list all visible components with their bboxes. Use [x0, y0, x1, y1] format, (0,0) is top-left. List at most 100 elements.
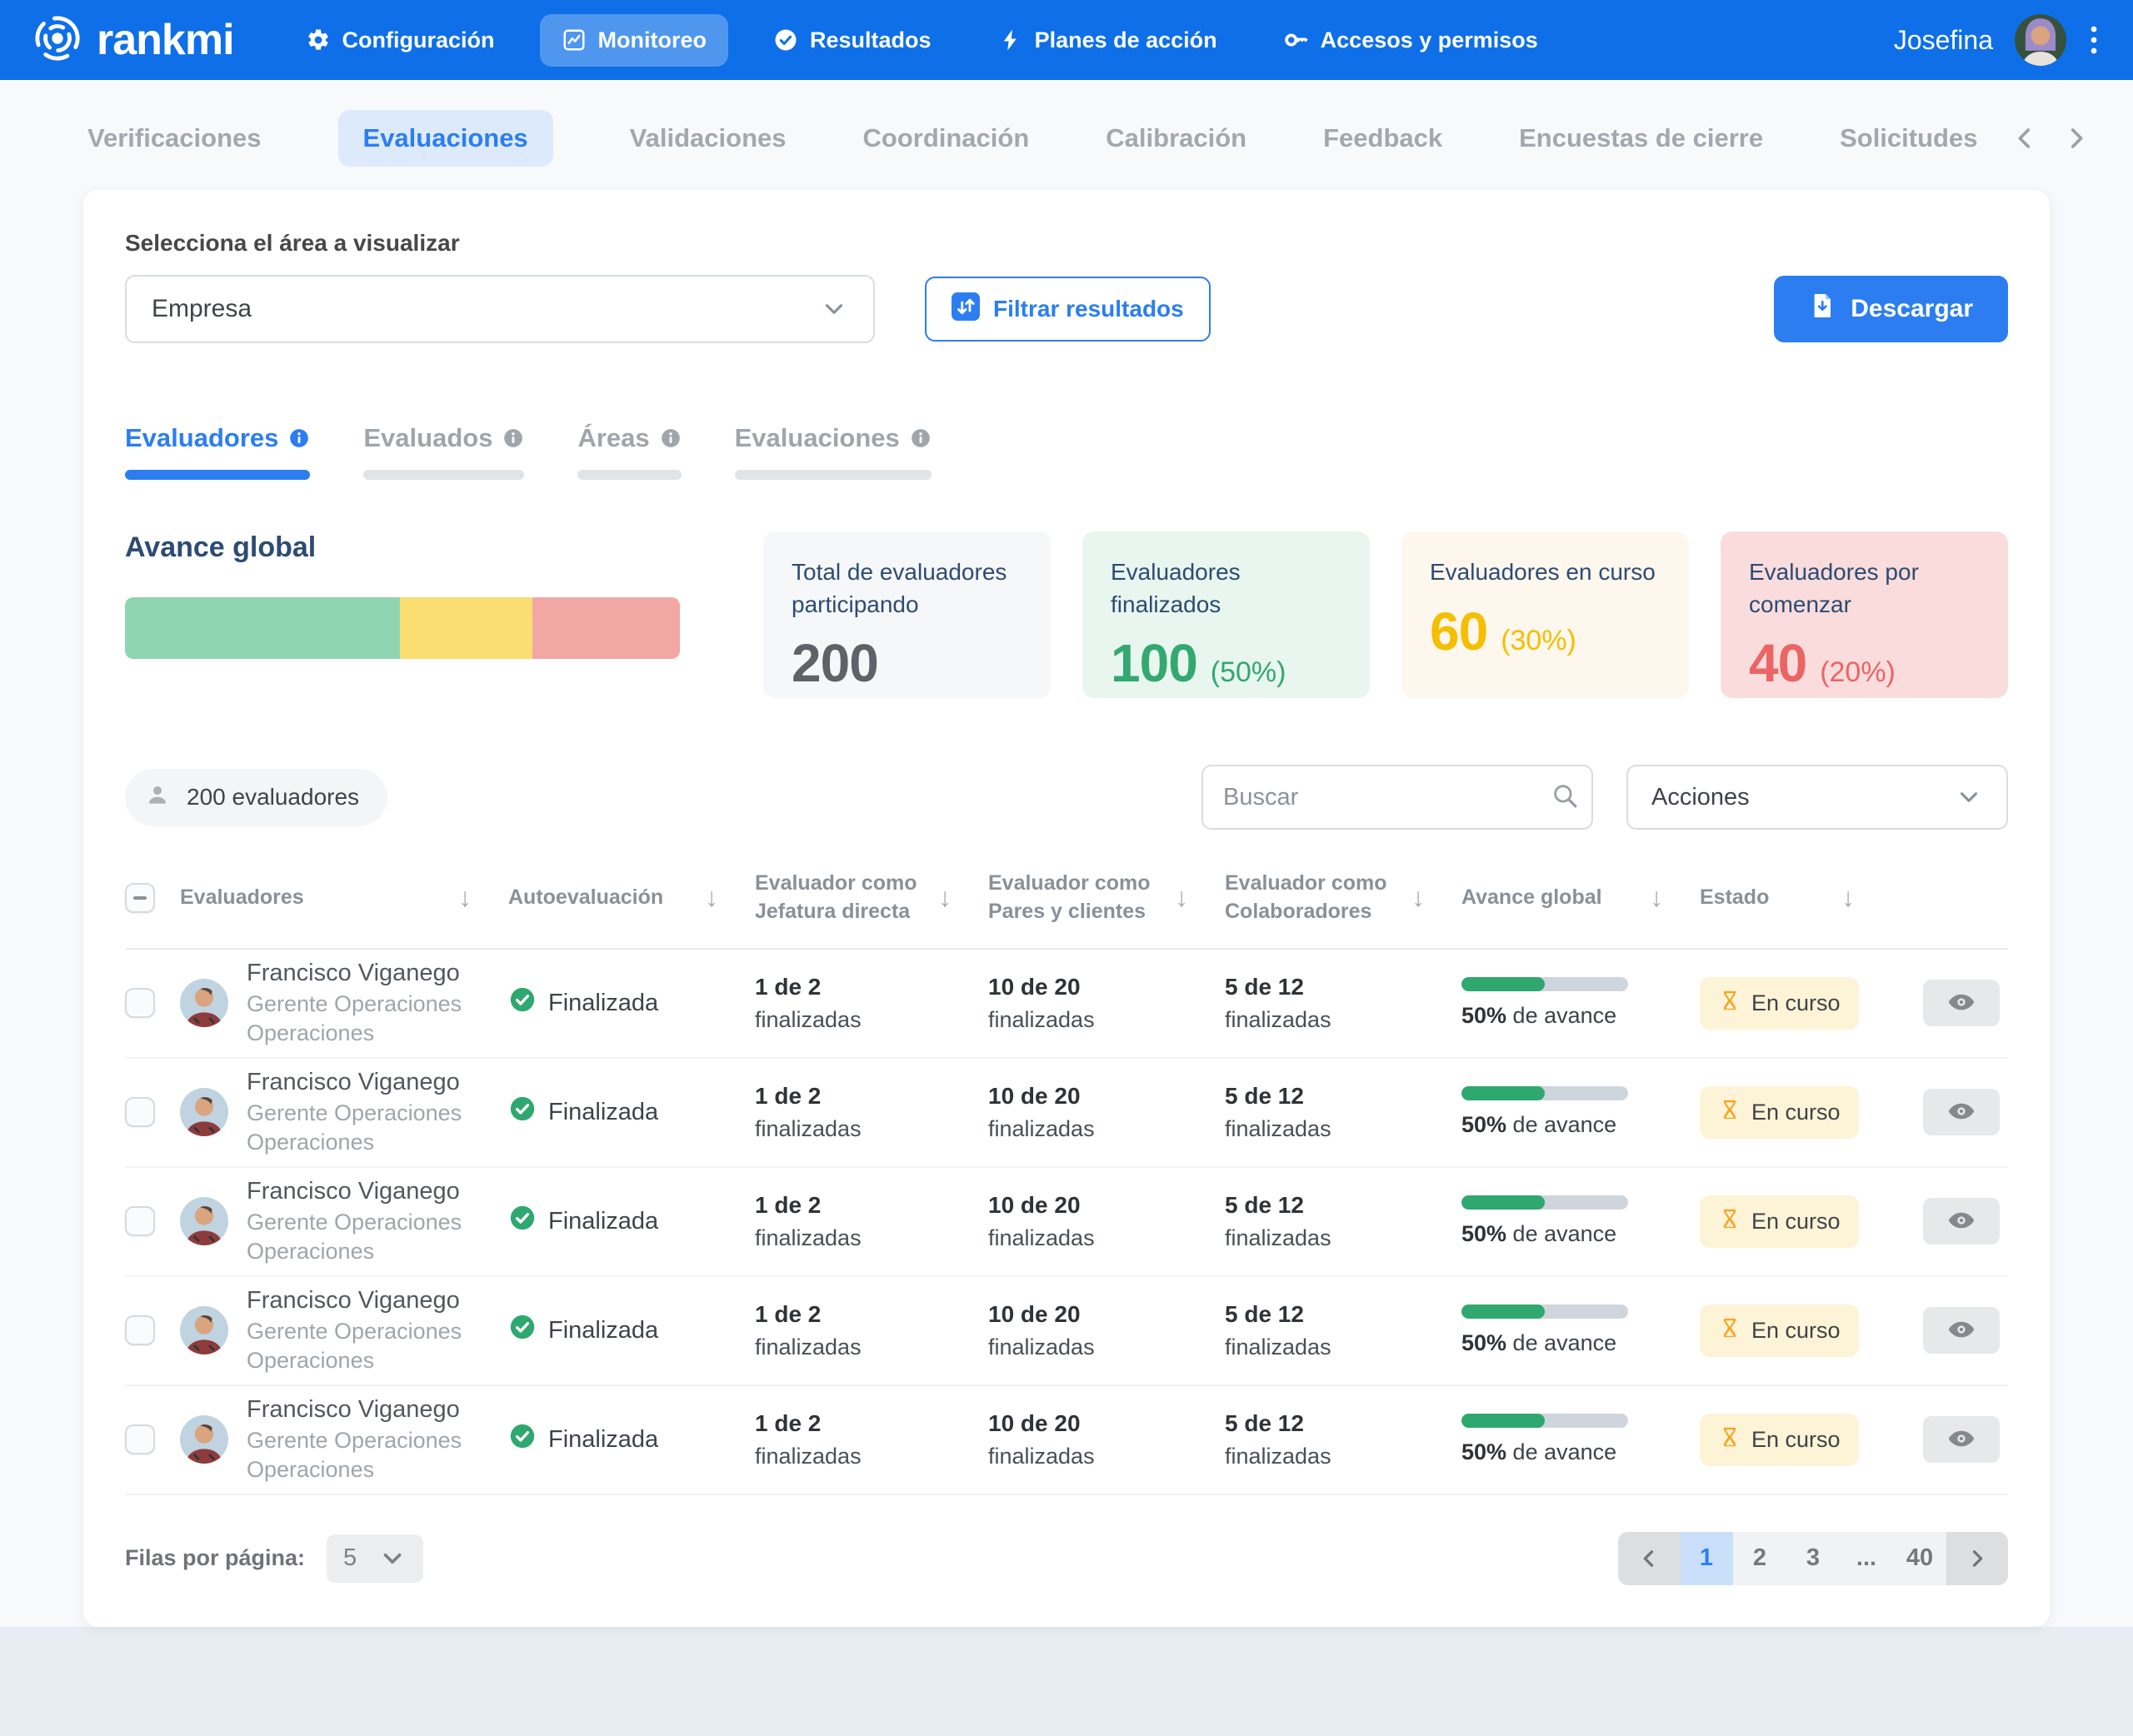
subtab-underline: [363, 470, 524, 480]
pager-page-3[interactable]: 3: [1786, 1532, 1840, 1585]
pager-page-40[interactable]: 40: [1893, 1532, 1946, 1585]
main-card: Selecciona el área a visualizar Empresa …: [83, 190, 2050, 1627]
tabs-scroll-left-button[interactable]: [2011, 124, 2039, 152]
download-button[interactable]: Descargar: [1774, 276, 2008, 342]
nav-item-monitoreo[interactable]: Monitoreo: [540, 14, 728, 67]
table-row: Francisco Viganego Gerente OperacionesOp…: [125, 1059, 2008, 1168]
subtab-underline: [577, 470, 681, 480]
nav-right: Josefina: [1894, 14, 2100, 66]
jefatura-count: 1 de 2finalizadas: [755, 1301, 988, 1360]
info-icon[interactable]: [502, 427, 524, 449]
sort-arrow-icon[interactable]: ↓: [1650, 880, 1663, 915]
filter-icon: [952, 292, 980, 327]
bolt-icon: [998, 27, 1023, 52]
row-checkbox[interactable]: [125, 988, 155, 1018]
autoevaluacion-status: Finalizada: [508, 1204, 755, 1239]
tab-feedback[interactable]: Feedback: [1323, 110, 1442, 167]
actions-select[interactable]: Acciones: [1626, 765, 2008, 830]
view-details-button[interactable]: [1923, 980, 2000, 1026]
tab-evaluaciones[interactable]: Evaluaciones: [338, 110, 553, 167]
view-details-button[interactable]: [1923, 1198, 2000, 1245]
select-all-checkbox[interactable]: [125, 883, 155, 913]
overview-section: Avance global Total de evaluadores parti…: [125, 531, 2008, 698]
pager-prev-button[interactable]: [1618, 1532, 1680, 1585]
tab-coordinacion[interactable]: Coordinación: [863, 110, 1030, 167]
pager: 123...40: [1618, 1532, 2008, 1585]
autoevaluacion-status: Finalizada: [508, 1422, 755, 1457]
row-checkbox[interactable]: [125, 1097, 155, 1127]
nav-item-label: Accesos y permisos: [1321, 27, 1538, 53]
top-navbar: rankmi Configuración Monitoreo Resultado…: [0, 0, 2133, 80]
search-input[interactable]: [1223, 784, 1537, 811]
info-icon[interactable]: [660, 427, 682, 449]
chart-icon: [562, 27, 587, 52]
area-select[interactable]: Empresa: [125, 275, 875, 343]
view-details-button[interactable]: [1923, 1416, 2000, 1463]
evaluator-name: Francisco Viganego: [247, 1178, 460, 1205]
avance-cell: 50% de avance: [1461, 1414, 1700, 1465]
sort-arrow-icon[interactable]: ↓: [705, 880, 718, 915]
subtab-evaluaciones[interactable]: Evaluaciones: [735, 423, 932, 480]
evaluators-count-chip: 200 evaluadores: [125, 769, 387, 826]
tabs-scroller: [2011, 124, 2091, 152]
tab-calibracion[interactable]: Calibración: [1106, 110, 1246, 167]
nav-item-planes-de-accion[interactable]: Planes de acción: [977, 14, 1239, 67]
column-header-evaluador-como-pares-y-clientes: Evaluador comoPares y clientes ↓: [988, 870, 1225, 926]
stat-cards: Total de evaluadores participando 200 Ev…: [763, 531, 2008, 698]
stat-value: 100: [1111, 632, 1197, 694]
pares-count: 10 de 20finalizadas: [988, 1301, 1225, 1360]
sort-arrow-icon[interactable]: ↓: [938, 880, 952, 915]
filter-results-button[interactable]: Filtrar resultados: [925, 277, 1211, 342]
table-row: Francisco Viganego Gerente OperacionesOp…: [125, 1277, 2008, 1386]
progress-bar: [1461, 1086, 1628, 1100]
kebab-menu-icon[interactable]: [2088, 23, 2100, 57]
tab-encuestas-de-cierre[interactable]: Encuestas de cierre: [1519, 110, 1763, 167]
nav-item-label: Planes de acción: [1035, 27, 1217, 53]
subtab-underline: [735, 470, 932, 480]
nav-item-label: Monitoreo: [598, 27, 707, 53]
sort-arrow-icon[interactable]: ↓: [1841, 880, 1855, 915]
user-avatar[interactable]: [2015, 14, 2066, 66]
tab-solicitudes[interactable]: Solicitudes: [1840, 110, 1977, 167]
sort-arrow-icon[interactable]: ↓: [1411, 880, 1425, 915]
nav-item-configuracion[interactable]: Configuración: [284, 14, 517, 67]
pager-page-1[interactable]: 1: [1680, 1532, 1733, 1585]
subtab-areas[interactable]: Áreas: [577, 423, 681, 480]
view-details-button[interactable]: [1923, 1307, 2000, 1354]
status-badge: En curso: [1700, 1195, 1859, 1248]
evaluator-role: Gerente OperacionesOperaciones: [247, 1100, 462, 1155]
nav-item-accesos-y-permisos[interactable]: Accesos y permisos: [1262, 14, 1560, 67]
module-tabs: Verificaciones Evaluaciones Validaciones Co…: [87, 110, 1977, 167]
evaluator-role: Gerente OperacionesOperaciones: [247, 1428, 462, 1482]
pager-page-2[interactable]: 2: [1733, 1532, 1786, 1585]
tab-verificaciones[interactable]: Verificaciones: [87, 110, 262, 167]
check-circle-icon: [508, 1095, 537, 1130]
info-icon[interactable]: [910, 427, 932, 449]
pager-page--[interactable]: ...: [1840, 1532, 1893, 1585]
tab-validaciones[interactable]: Validaciones: [630, 110, 787, 167]
view-details-button[interactable]: [1923, 1089, 2000, 1135]
row-checkbox[interactable]: [125, 1315, 155, 1345]
eye-icon: [1946, 1096, 1976, 1129]
subtab-evaluados[interactable]: Evaluados: [363, 423, 524, 480]
colaboradores-count: 5 de 12finalizadas: [1225, 1301, 1461, 1360]
module-tabs-row: Verificaciones Evaluaciones Validaciones Co…: [0, 80, 2133, 190]
pares-count: 10 de 20finalizadas: [988, 1083, 1225, 1142]
row-checkbox[interactable]: [125, 1424, 155, 1454]
subtab-evaluadores[interactable]: Evaluadores: [125, 423, 310, 480]
progress-bar: [1461, 1414, 1628, 1428]
evaluator-name: Francisco Viganego: [247, 1287, 460, 1314]
row-checkbox[interactable]: [125, 1206, 155, 1236]
info-icon[interactable]: [288, 427, 310, 449]
sort-arrow-icon[interactable]: ↓: [1175, 880, 1188, 915]
pager-next-button[interactable]: [1946, 1532, 2008, 1585]
evaluators-table: Evaluadores ↓ Autoevaluación ↓ Evaluador…: [125, 870, 2008, 1495]
check-circle-icon: [508, 1313, 537, 1348]
rankmi-logo-icon: [33, 14, 82, 67]
table-row: Francisco Viganego Gerente OperacionesOp…: [125, 1386, 2008, 1495]
rows-per-page-select[interactable]: 5: [327, 1534, 423, 1583]
filter-row: Empresa Filtrar resultados Descargar: [125, 275, 2008, 343]
sort-arrow-icon[interactable]: ↓: [458, 880, 472, 915]
tabs-scroll-right-button[interactable]: [2062, 124, 2091, 152]
nav-item-resultados[interactable]: Resultados: [752, 14, 953, 67]
